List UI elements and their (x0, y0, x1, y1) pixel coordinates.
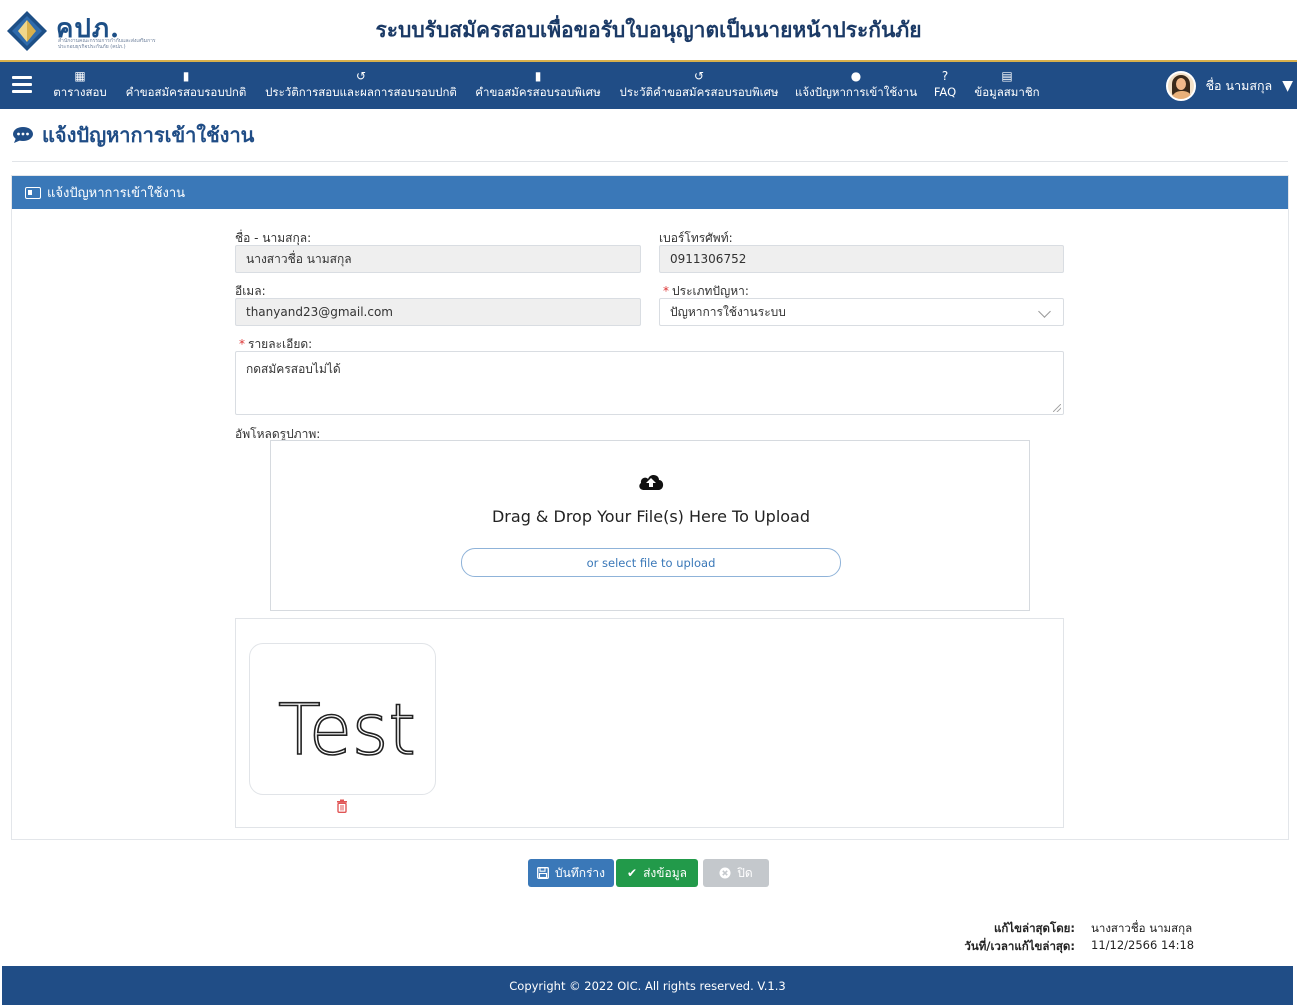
history-icon: ↺ (693, 69, 705, 83)
site-title: ระบบรับสมัครสอบเพื่อขอรับใบอนุญาตเป็นนาย… (375, 18, 922, 42)
title-divider (12, 161, 1288, 162)
dropzone-text: Drag & Drop Your File(s) Here To Upload (491, 507, 811, 526)
nav-item-report-problem[interactable]: ● แจ้งปัญหาการเข้าใช้งาน (795, 68, 917, 104)
user-name: ชื่อ นามสกุล (1205, 78, 1273, 93)
document-icon: ▮ (182, 69, 190, 83)
chevron-down-icon (1038, 305, 1051, 318)
avatar[interactable] (1165, 71, 1196, 101)
history-icon: ↺ (355, 69, 367, 83)
floppy-disk-icon (537, 867, 549, 879)
copyright-text: Copyright © 2022 OIC. All rights reserve… (509, 978, 786, 993)
edited-at-value: 11/12/2566 14:18 (1091, 938, 1195, 952)
edited-by-label: แก้ไขล่าสุดโดย: (994, 921, 1075, 935)
main-navbar: ▦ ตารางสอบ ▮ คำขอสมัครสอบรอบปกติ ↺ ประวั… (0, 62, 1297, 109)
nav-item-faq[interactable]: ? FAQ (930, 68, 960, 104)
top-header: คปภ. สำนักงานคณะกรรมการกำกับและส่งเสริมก… (0, 0, 1297, 62)
nav-item-regular-history[interactable]: ↺ ประวัติการสอบและผลการสอบรอบปกติ (264, 68, 458, 104)
footer: Copyright © 2022 OIC. All rights reserve… (2, 966, 1293, 1005)
comment-icon (13, 127, 33, 143)
page-title: แจ้งปัญหาการเข้าใช้งาน (12, 119, 254, 151)
close-circle-icon (719, 867, 731, 879)
handwritten-image: Test (277, 688, 416, 764)
problem-type-select[interactable]: ปัญหาการใช้งานระบบ (659, 298, 1064, 326)
upload-preview-area: Test (235, 618, 1064, 828)
edited-by-value: นางสาวชื่อ นามสกุล (1091, 921, 1193, 935)
delete-image-trash-icon[interactable] (336, 799, 348, 813)
nav-item-special-history[interactable]: ↺ ประวัติคำขอสมัครสอบรอบพิเศษ (618, 68, 780, 104)
nav-item-regular-application[interactable]: ▮ คำขอสมัครสอบรอบปกติ (124, 68, 248, 104)
save-draft-button[interactable]: บันทึกร่าง (528, 859, 614, 887)
file-dropzone[interactable]: Drag & Drop Your File(s) Here To Upload … (270, 440, 1030, 611)
submit-button[interactable]: ✔ ส่งข้อมูล (616, 859, 698, 887)
user-menu[interactable]: ชื่อ นามสกุล ▼ (1165, 70, 1293, 102)
phone-field[interactable]: 0911306752 (659, 245, 1064, 273)
edited-at-label: วันที่/เวลาแก้ไขล่าสุด: (964, 939, 1075, 953)
hamburger-menu-icon[interactable] (12, 76, 32, 94)
comment-icon: ● (850, 69, 862, 83)
cloud-upload-icon (639, 474, 664, 490)
resize-handle[interactable] (1053, 404, 1061, 412)
detail-textarea[interactable]: กดสมัครสอบไม่ได้ (235, 351, 1064, 415)
select-file-button[interactable]: or select file to upload (461, 548, 841, 577)
nav-item-special-application[interactable]: ▮ คำขอสมัครสอบรอบพิเศษ (473, 68, 603, 104)
check-icon: ✔ (627, 866, 638, 880)
id-card-icon (25, 186, 41, 199)
calendar-icon: ▦ (74, 69, 86, 83)
email-field[interactable]: thanyand23@gmail.com (235, 298, 641, 326)
document-icon: ▮ (534, 69, 542, 83)
question-icon: ? (941, 69, 949, 83)
name-field[interactable]: นางสาวชื่อ นามสกุล (235, 245, 641, 273)
panel-header: แจ้งปัญหาการเข้าใช้งาน (12, 176, 1288, 209)
close-button[interactable]: ปิด (703, 859, 769, 887)
uploaded-image-thumbnail[interactable]: Test (249, 643, 436, 795)
nav-item-exam-schedule[interactable]: ▦ ตารางสอบ (52, 68, 108, 104)
svg-text:Test: Test (278, 689, 416, 764)
id-card-icon: ▤ (1001, 69, 1013, 83)
nav-item-member-info[interactable]: ▤ ข้อมูลสมาชิก (974, 68, 1040, 104)
chevron-down-icon[interactable]: ▼ (1282, 78, 1293, 94)
